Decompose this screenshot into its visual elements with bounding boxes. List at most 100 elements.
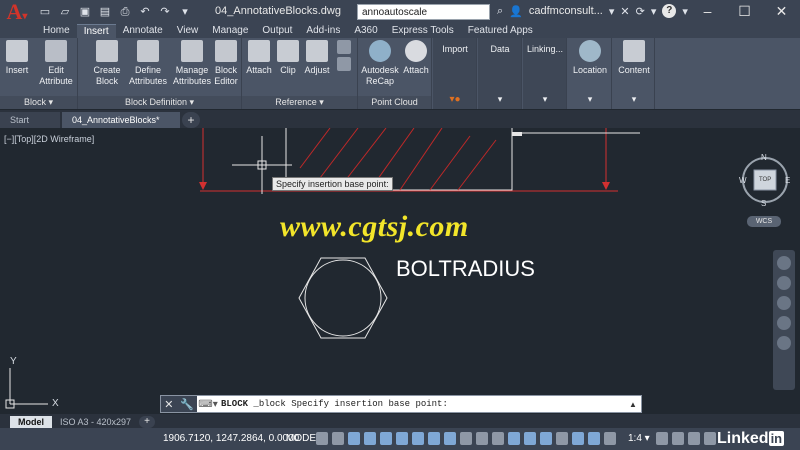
clip-button[interactable]: Clip: [276, 40, 300, 76]
help-dropdown-icon[interactable]: ▾: [682, 5, 688, 18]
grid-display-icon[interactable]: [316, 432, 328, 445]
customize-icon[interactable]: 🔧: [180, 398, 194, 411]
tab-manage[interactable]: Manage: [205, 24, 255, 38]
block-definition-panel-title[interactable]: Block Definition ▾: [78, 96, 241, 109]
pan-icon[interactable]: [777, 276, 791, 290]
location-expand-icon[interactable]: ▾: [570, 94, 610, 105]
ortho-mode-icon[interactable]: [380, 432, 392, 445]
annotation-monitor-icon[interactable]: [672, 432, 684, 445]
compass-north[interactable]: N: [761, 153, 767, 162]
close-button[interactable]: ✕: [763, 0, 800, 24]
tab-featured-apps[interactable]: Featured Apps: [461, 24, 540, 38]
new-icon[interactable]: ▭: [38, 5, 52, 19]
create-block-button[interactable]: Create Block: [90, 40, 124, 87]
maximize-button[interactable]: ☐: [726, 0, 763, 24]
reference-extra-button[interactable]: [334, 40, 354, 74]
selection-cycling-icon[interactable]: [492, 432, 504, 445]
polar-tracking-icon[interactable]: [396, 432, 408, 445]
attach-point-cloud-button[interactable]: Attach: [402, 40, 430, 76]
autodesk-recap-button[interactable]: Autodesk ReCap: [360, 40, 400, 87]
showmotion-icon[interactable]: [777, 336, 791, 350]
a360-icon[interactable]: ⟳: [636, 5, 645, 18]
tab-output[interactable]: Output: [255, 24, 299, 38]
annotation-scale-select[interactable]: 1:4 ▾: [628, 433, 650, 444]
command-input[interactable]: BLOCK _block Specify insertion base poin…: [219, 399, 629, 409]
tab-view[interactable]: View: [170, 24, 206, 38]
tab-start[interactable]: Start: [0, 112, 60, 128]
linking-expand-icon[interactable]: ▾: [525, 94, 565, 105]
gizmo-icon[interactable]: [556, 432, 568, 445]
snap-mode-icon[interactable]: [332, 432, 344, 445]
close-command-line-icon[interactable]: ✕: [164, 398, 173, 411]
compass-east[interactable]: E: [785, 176, 790, 185]
search-input[interactable]: [357, 4, 490, 20]
zoom-icon[interactable]: [777, 296, 791, 310]
binoculars-icon[interactable]: ⌕: [497, 5, 503, 18]
workspace-switch-icon[interactable]: [656, 432, 668, 445]
account-name[interactable]: cadfmconsult...: [529, 5, 603, 17]
undo-icon[interactable]: ↶: [138, 5, 152, 19]
attach-reference-button[interactable]: Attach: [244, 40, 274, 76]
lineweight-icon[interactable]: [460, 432, 472, 445]
minimize-button[interactable]: –: [689, 0, 726, 24]
tab-layout-iso-a3[interactable]: ISO A3 - 420x297: [52, 416, 139, 428]
dynamic-input-icon[interactable]: [364, 432, 376, 445]
3d-osnap-icon[interactable]: [508, 432, 520, 445]
isometric-drafting-icon[interactable]: [412, 432, 424, 445]
tab-a360[interactable]: A360: [347, 24, 384, 38]
import-panel[interactable]: Import ▾●: [433, 38, 477, 109]
object-snap-tracking-icon[interactable]: [428, 432, 440, 445]
tab-express-tools[interactable]: Express Tools: [385, 24, 461, 38]
command-history-icon[interactable]: ▲: [629, 400, 641, 409]
selection-filter-icon[interactable]: [540, 432, 552, 445]
save-as-icon[interactable]: ▤: [98, 5, 112, 19]
application-menu-button[interactable]: A▾: [0, 0, 34, 24]
infer-constraints-icon[interactable]: [348, 432, 360, 445]
viewcube-top-label[interactable]: TOP: [759, 177, 771, 183]
open-icon[interactable]: ▱: [58, 5, 72, 19]
define-attributes-button[interactable]: Define Attributes: [128, 40, 168, 87]
new-layout-button[interactable]: +: [139, 416, 156, 428]
command-line[interactable]: ✕ 🔧 ⌨▾ BLOCK _block Specify insertion ba…: [160, 395, 642, 413]
tab-annotate[interactable]: Annotate: [116, 24, 170, 38]
annotation-visibility-icon[interactable]: [572, 432, 584, 445]
drawing-canvas[interactable]: [−][Top][2D Wireframe] Specify insertion…: [0, 128, 800, 410]
object-snap-icon[interactable]: [444, 432, 456, 445]
print-icon[interactable]: ⎙: [118, 5, 132, 19]
customize-qat-icon[interactable]: ▾: [178, 5, 192, 19]
insert-block-button[interactable]: Insert: [3, 40, 31, 76]
transparency-icon[interactable]: [476, 432, 488, 445]
auto-scale-icon[interactable]: [588, 432, 600, 445]
help-icon[interactable]: ?: [662, 4, 677, 18]
adjust-button[interactable]: Adjust: [302, 40, 332, 76]
wcs-menu[interactable]: WCS: [747, 216, 781, 227]
reference-panel-title[interactable]: Reference ▾: [242, 96, 357, 109]
tab-insert[interactable]: Insert: [76, 24, 116, 38]
units-icon[interactable]: [688, 432, 700, 445]
compass-west[interactable]: W: [739, 176, 747, 185]
redo-icon[interactable]: ↷: [158, 5, 172, 19]
save-icon[interactable]: ▣: [78, 5, 92, 19]
chevron-down-icon[interactable]: ▾: [609, 5, 615, 18]
annotation-scale-icon[interactable]: [604, 432, 616, 445]
exchange-icon[interactable]: ✕: [620, 5, 629, 18]
data-expand-icon[interactable]: ▾: [480, 94, 520, 105]
quick-properties-icon[interactable]: [704, 432, 716, 445]
recent-commands-icon[interactable]: ⌨▾: [197, 399, 219, 410]
import-expand-icon[interactable]: ▾●: [435, 94, 475, 105]
compass-south[interactable]: S: [761, 199, 766, 208]
point-cloud-panel-title[interactable]: Point Cloud: [358, 96, 431, 109]
block-editor-button[interactable]: Block Editor: [212, 40, 240, 87]
steering-wheel-icon[interactable]: [777, 256, 791, 270]
content-expand-icon[interactable]: ▾: [614, 94, 654, 105]
manage-attributes-button[interactable]: Manage Attributes: [172, 40, 212, 87]
block-panel-title[interactable]: Block ▾: [0, 96, 77, 109]
orbit-icon[interactable]: [777, 316, 791, 330]
tab-add-ins[interactable]: Add-ins: [299, 24, 347, 38]
new-tab-button[interactable]: +: [182, 112, 200, 128]
data-panel[interactable]: Data ▾: [478, 38, 522, 109]
edit-attribute-button[interactable]: Edit Attribute: [36, 40, 76, 87]
user-icon[interactable]: 👤: [509, 5, 523, 18]
dynamic-ucs-icon[interactable]: [524, 432, 536, 445]
design-center-button[interactable]: Content: [614, 40, 654, 76]
